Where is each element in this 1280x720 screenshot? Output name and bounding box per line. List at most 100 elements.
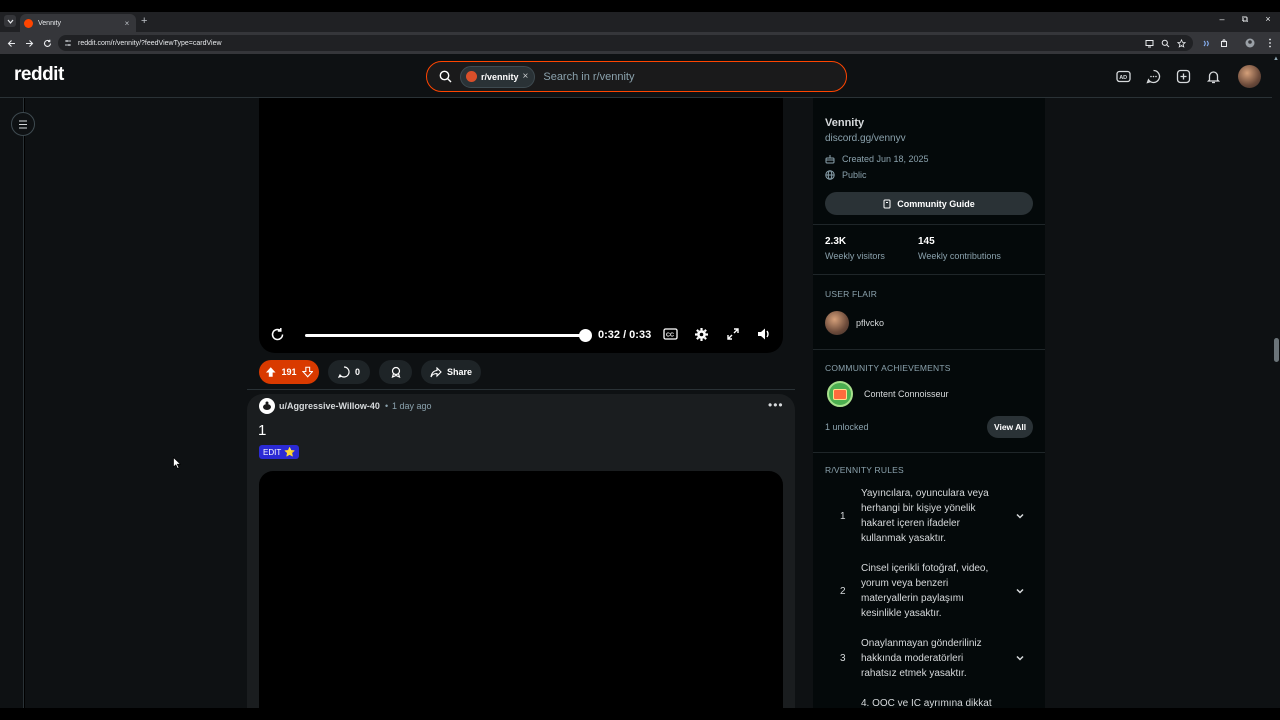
chat-icon[interactable] — [1145, 68, 1162, 85]
snoo-icon — [263, 401, 271, 410]
browser-tab[interactable]: Vennity × — [20, 14, 136, 32]
bookmark-star-icon[interactable] — [1176, 38, 1186, 48]
settings-gear-icon[interactable] — [693, 326, 709, 342]
rule-text: Onaylanmayan gönderiliniz hakkında moder… — [861, 638, 982, 679]
video-progress-bar[interactable] — [305, 334, 586, 337]
search-icon — [439, 70, 452, 83]
zoom-icon[interactable] — [1160, 38, 1170, 48]
user-avatar[interactable] — [1238, 65, 1261, 88]
tab-search-button[interactable] — [4, 15, 16, 27]
post-title[interactable]: 1 — [258, 422, 266, 439]
globe-icon — [825, 170, 835, 180]
post-divider — [247, 389, 795, 390]
downvote-icon[interactable] — [301, 366, 313, 378]
search-bar[interactable]: r/vennity × Search in r/vennity — [426, 61, 847, 92]
video-player[interactable] — [259, 471, 783, 708]
tab-bar — [0, 12, 1280, 32]
post-flair[interactable]: EDIT ⭐ — [259, 445, 300, 459]
user-flair-name[interactable]: pflvcko — [856, 318, 884, 328]
scroll-up-arrow-icon[interactable]: ▲ — [1273, 56, 1279, 62]
reddit-logo[interactable]: reddit — [14, 64, 64, 86]
video-timecode: 0:32 / 0:33 — [598, 329, 652, 341]
comment-count: 0 — [354, 367, 360, 377]
award-icon — [391, 366, 400, 378]
post-timestamp: 1 day ago — [392, 401, 432, 411]
restore-button[interactable]: ⧉ — [1234, 14, 1256, 25]
rule-item[interactable]: 4. OOC ve IC ayrımına dikkat — [825, 696, 1033, 708]
post-options-button[interactable]: ••• — [768, 398, 784, 412]
scrollbar-thumb[interactable] — [1274, 338, 1279, 362]
forward-button[interactable] — [23, 37, 35, 49]
arrow-right-icon — [25, 39, 33, 47]
award-button[interactable] — [379, 360, 412, 384]
meta-separator: • — [385, 401, 389, 411]
search-input[interactable]: Search in r/vennity — [543, 71, 634, 83]
rule-text: Yayıncılara, oyunculara veya herhangi bi… — [861, 488, 989, 544]
expand-navigation-button[interactable] — [11, 112, 35, 136]
community-avatar-icon — [466, 71, 477, 82]
sidebar-divider — [813, 224, 1045, 225]
replay-icon[interactable] — [269, 326, 285, 342]
rule-number: 3 — [840, 653, 846, 664]
search-scope-label: r/vennity — [481, 71, 519, 82]
advertise-icon[interactable]: AD — [1115, 68, 1132, 85]
chevron-down-icon — [7, 19, 13, 24]
flair-avatar[interactable] — [825, 311, 849, 335]
video-scrubber-handle[interactable] — [579, 329, 592, 342]
community-guide-button[interactable]: Community Guide — [825, 192, 1033, 215]
achievements-heading: COMMUNITY ACHIEVEMENTS — [825, 363, 951, 373]
comment-icon — [337, 366, 350, 378]
page-scrollbar[interactable] — [1272, 54, 1280, 708]
vote-count: 191 — [281, 367, 297, 377]
created-date: Created Jun 18, 2025 — [825, 154, 929, 164]
new-tab-button[interactable]: + — [141, 15, 147, 27]
rules-heading: R/VENNITY RULES — [825, 465, 904, 475]
browser-menu-icon[interactable] — [1265, 38, 1275, 48]
notifications-bell-icon[interactable] — [1205, 68, 1222, 85]
url-text: reddit.com/r/vennity/?feedViewType=cardV… — [78, 39, 222, 47]
search-scope-chip[interactable]: r/vennity × — [460, 65, 536, 88]
weekly-contributions-count: 145 — [918, 236, 935, 247]
site-info-icon — [65, 40, 71, 46]
volume-icon[interactable] — [756, 326, 772, 342]
visibility-text: Public — [842, 170, 867, 180]
share-icon — [430, 366, 442, 377]
rule-text: 4. OOC ve IC ayrımına dikkat — [861, 698, 992, 708]
rule-item[interactable]: 2 Cinsel içerikli fotoğraf, video, yorum… — [825, 561, 1033, 623]
chevron-down-icon — [1016, 588, 1024, 594]
post-author[interactable]: u/Aggressive-Willow-40 — [279, 401, 380, 411]
achievement-badge-icon — [827, 381, 853, 407]
minimize-button[interactable]: – — [1211, 14, 1233, 24]
video-player[interactable] — [259, 98, 783, 353]
rule-number: 1 — [840, 511, 846, 522]
upvote-icon[interactable] — [265, 366, 276, 378]
sidebar-divider — [813, 274, 1045, 275]
captions-icon[interactable]: CC — [662, 326, 678, 342]
back-button[interactable] — [5, 37, 17, 49]
top-strip — [0, 0, 1280, 12]
view-all-button[interactable]: View All — [987, 416, 1033, 438]
rule-item[interactable]: 3 Onaylanmayan gönderiliniz hakkında mod… — [825, 636, 1033, 684]
remove-scope-button[interactable]: × — [523, 71, 529, 82]
sidebar-divider — [813, 452, 1045, 453]
extensions-puzzle-icon[interactable] — [1219, 38, 1229, 48]
tab-close-button[interactable]: × — [122, 19, 132, 28]
weekly-contributions-label: Weekly contributions — [918, 251, 1001, 261]
create-post-icon[interactable] — [1175, 68, 1192, 85]
vote-control: 191 — [259, 360, 319, 384]
bottom-strip — [0, 708, 1280, 720]
author-avatar[interactable] — [259, 398, 275, 414]
comments-button[interactable]: 0 — [328, 360, 370, 384]
share-button[interactable]: Share — [421, 360, 481, 384]
achievements-unlocked: 1 unlocked — [825, 422, 869, 432]
rule-item[interactable]: 1 Yayıncılara, oyunculara veya herhangi … — [825, 486, 1033, 548]
extension-icon[interactable] — [1201, 38, 1211, 48]
install-app-icon[interactable] — [1144, 38, 1154, 48]
arrow-left-icon — [7, 39, 15, 47]
close-window-button[interactable]: × — [1257, 14, 1279, 24]
fullscreen-icon[interactable] — [725, 326, 741, 342]
share-label: Share — [446, 367, 472, 377]
reload-button[interactable] — [41, 37, 53, 49]
profile-icon[interactable] — [1245, 38, 1255, 48]
address-bar[interactable]: reddit.com/r/vennity/?feedViewType=cardV… — [58, 35, 1193, 51]
